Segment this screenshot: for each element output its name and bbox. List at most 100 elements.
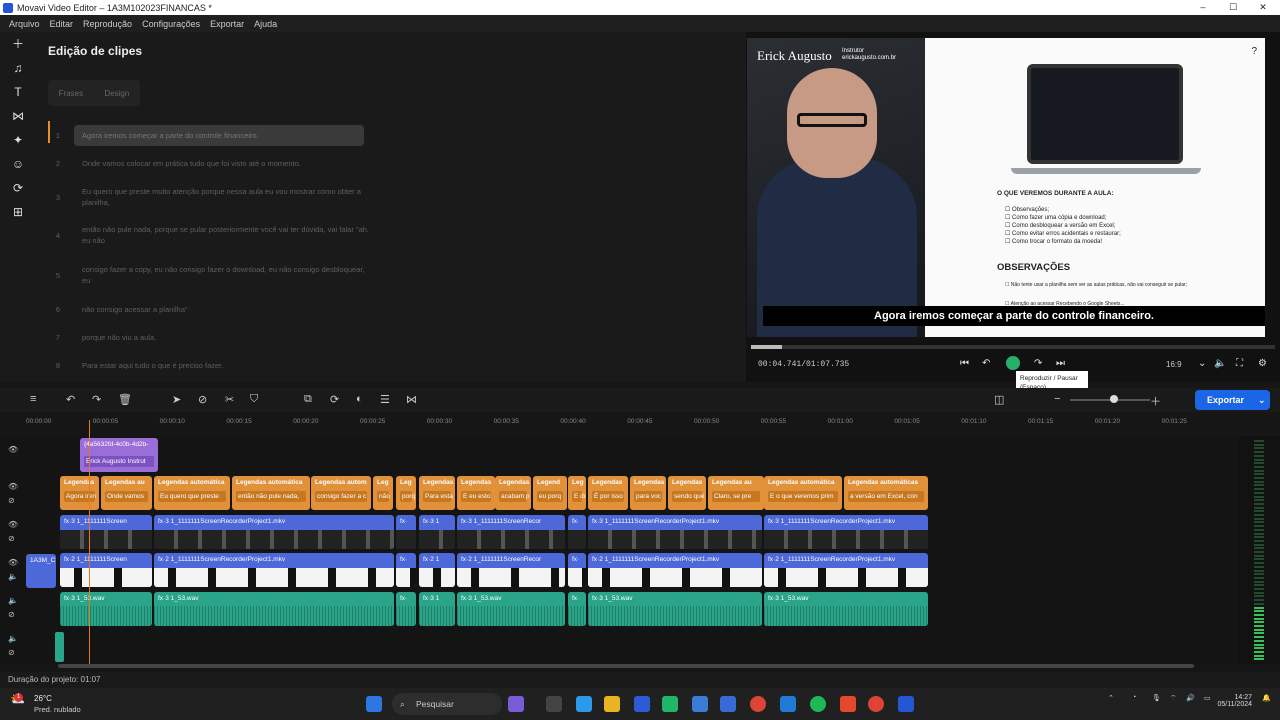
rotate-icon[interactable]: ⟳ (330, 393, 339, 406)
speaker-icon[interactable]: 🔈 (8, 596, 18, 605)
menu-reproducao[interactable]: Reprodução (83, 19, 132, 29)
caption-clip[interactable]: Legendas E eu esto (457, 476, 495, 510)
minimize-button[interactable]: – (1188, 0, 1218, 15)
phrase-text[interactable]: não consigo acessar a planilha" (82, 304, 372, 315)
audio-clip[interactable]: fx·3 1 (419, 592, 455, 626)
zoom-out-icon[interactable]: − (1054, 393, 1060, 405)
caption-clip[interactable]: Legend eu porq (533, 476, 567, 510)
app-icon-green[interactable] (662, 696, 678, 712)
clock[interactable]: 14:27 05/11/2024 (1206, 694, 1252, 708)
caption-clip[interactable]: Legendas automáticas a versão em Excel, c… (844, 476, 928, 510)
spotify-icon[interactable] (810, 696, 826, 712)
menu-editar[interactable]: Editar (50, 19, 74, 29)
windows-start-icon[interactable] (366, 696, 382, 712)
taskview-icon[interactable] (546, 696, 562, 712)
title-clip[interactable]: {4a5632fd-4c0b-4d2b- Erick Augusto Instru… (80, 438, 158, 472)
audio-icon[interactable]: 🔈 (8, 572, 18, 581)
audio-clip[interactable]: fx·3 1_53.wav (154, 592, 394, 626)
transition-icon[interactable]: ⋈ (0, 104, 36, 128)
maximize-button[interactable]: ☐ (1218, 0, 1248, 15)
small-audio-clip[interactable] (55, 632, 64, 662)
audio-split-icon[interactable]: ◫ (994, 393, 1004, 406)
export-button[interactable]: Exportar ⌄ (1195, 390, 1270, 410)
filter-icon[interactable]: ⟳ (0, 176, 36, 200)
caption-clip[interactable]: Legendas sendo que (668, 476, 706, 510)
caption-clip[interactable]: Legendas automática então não pule nada, (232, 476, 310, 510)
skip-end-icon[interactable]: ⏭ (1056, 358, 1065, 369)
video-clip[interactable]: fx· (396, 553, 416, 587)
file-explorer-icon[interactable] (604, 696, 620, 712)
caption-clip[interactable]: Legendas automática Eu quero que preste (154, 476, 230, 510)
caption-clip[interactable]: Leg E do (568, 476, 586, 510)
caption-clip[interactable]: Leg não (373, 476, 393, 510)
tab-design[interactable]: Design (104, 89, 129, 98)
trash-icon[interactable]: 🗑 (118, 393, 132, 406)
caption-clip[interactable]: Legendas É por isso (588, 476, 628, 510)
video-clip[interactable]: fx·3 1_1111111ScreenRecorderProject1.mkv (588, 515, 762, 549)
video-clip[interactable]: fx· (568, 515, 586, 549)
add-track-icon[interactable]: ≡ (30, 393, 36, 405)
vscode-icon[interactable] (780, 696, 796, 712)
aspect-ratio-select[interactable]: 16:9 (1166, 360, 1182, 369)
redo-step-icon[interactable]: ↷ (1034, 358, 1042, 369)
phrase-text[interactable]: então não pule nada, porque se pular pos… (82, 224, 372, 246)
tab-frases[interactable]: Frases (59, 89, 83, 98)
audio-clip[interactable]: fx·3 1_53.wav (60, 592, 152, 626)
marker-icon[interactable]: ⛉ (250, 393, 258, 406)
small-video-clip[interactable]: 1A3M_C (26, 554, 56, 588)
taskbar-search[interactable]: ⌕ Pesquisar (392, 693, 502, 715)
eye-icon[interactable]: 👁 (8, 558, 18, 567)
speaker-tray-icon[interactable]: 🔊 (1186, 694, 1195, 702)
transition-tool-icon[interactable]: ⋈ (406, 393, 417, 406)
settings-icon[interactable]: ⚙ (1258, 358, 1267, 369)
phrase-text[interactable]: porque não viu a aula. (82, 332, 372, 343)
music-icon[interactable]: ♫ (0, 56, 36, 80)
video-clip[interactable]: fx·2 1_1111111ScreenRecorderProject1.mkv (154, 553, 394, 587)
phrase-text[interactable]: consigo fazer a copy, eu não consigo faz… (82, 264, 372, 286)
video-clip[interactable]: fx· (396, 515, 416, 549)
zoom-knob[interactable] (1110, 395, 1118, 403)
store-icon[interactable] (634, 696, 650, 712)
caption-clip[interactable]: Legendas para voc (630, 476, 666, 510)
menu-configuracoes[interactable]: Configurações (142, 19, 200, 29)
crop-icon[interactable]: ⧉ (304, 393, 312, 406)
chrome-profile-icon[interactable] (868, 696, 884, 712)
eye-icon[interactable]: 👁 (8, 445, 18, 454)
audio-clip[interactable]: fx·3 1_53.wav (588, 592, 762, 626)
phrase-text[interactable]: Onde vamos colocar em prática tudo que f… (82, 158, 372, 169)
link-icon[interactable]: ⊘ (8, 648, 15, 657)
video-clip[interactable]: fx·2 1_1111111ScreenRecorderProject1.mkv (764, 553, 928, 587)
copilot-app-icon[interactable] (576, 696, 592, 712)
menu-exportar[interactable]: Exportar (210, 19, 244, 29)
video-clip[interactable]: fx·3 1_1111111ScreenRecorderProject1.mkv (154, 515, 394, 549)
video-clip[interactable]: fx·2 1_1111111ScreenRecor (457, 553, 565, 587)
wifi-icon[interactable]: ◔ (1132, 694, 1136, 701)
blade-icon[interactable]: ⊘ (198, 393, 207, 406)
close-button[interactable]: ✕ (1248, 0, 1278, 15)
color-icon[interactable]: ◐ (356, 393, 363, 405)
caption-clip[interactable]: Legendas au Onde vamos (101, 476, 152, 510)
adjust-icon[interactable]: ☰ (380, 393, 390, 406)
chevron-down-icon[interactable]: ⌄ (1198, 358, 1206, 369)
video-preview[interactable]: Erick Augusto Instrutor erickaugusto.com.… (747, 38, 1265, 337)
play-pause-button[interactable] (1006, 356, 1020, 370)
volume-icon[interactable]: 🔈 (1214, 358, 1226, 369)
menu-ajuda[interactable]: Ajuda (254, 19, 277, 29)
video-clip[interactable]: fx·3 1_1111111ScreenRecor (457, 515, 565, 549)
caption-clip[interactable]: Legendas automática E o que veremos prim (764, 476, 842, 510)
fullscreen-icon[interactable]: ⛶ (1236, 358, 1243, 369)
audio-clip[interactable]: fx· (568, 592, 586, 626)
notifications-icon[interactable]: 🔔 (1262, 694, 1271, 702)
video-clip[interactable]: fx·3 1_1111111Screen (60, 515, 152, 549)
magic-icon[interactable]: ✦ (0, 128, 36, 152)
copilot-icon[interactable] (508, 696, 524, 712)
caption-clip[interactable]: Leg porq (396, 476, 416, 510)
video-clip[interactable]: fx·2 1_1111111ScreenRecorderProject1.mkv (588, 553, 762, 587)
eye-icon[interactable]: 👁 (8, 520, 18, 529)
pointer-icon[interactable]: ➤ (172, 393, 181, 406)
calculator-icon[interactable] (692, 696, 708, 712)
phrase-text[interactable]: Para estar aqui tudo o que é preciso faz… (82, 360, 372, 371)
audio-clip[interactable]: fx· (396, 592, 416, 626)
caption-clip[interactable]: Legendas acabam p (495, 476, 531, 510)
mic-icon[interactable]: 🎙 (1152, 694, 1161, 702)
